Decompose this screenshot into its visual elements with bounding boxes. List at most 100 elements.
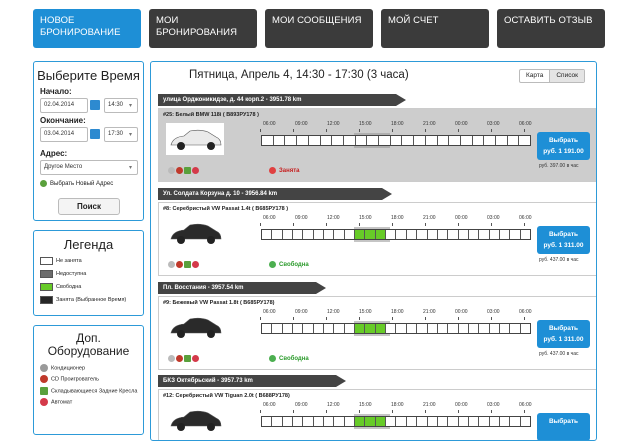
time-slot[interactable] [459, 324, 469, 333]
time-slot[interactable] [386, 417, 397, 426]
time-slot[interactable] [386, 324, 397, 333]
time-slot[interactable] [473, 136, 485, 145]
time-slot[interactable] [417, 230, 428, 239]
time-slot[interactable] [367, 136, 380, 145]
time-slot[interactable] [321, 136, 333, 145]
time-slot[interactable] [469, 417, 480, 426]
new-address-link[interactable]: Выбрать Новый Адрес [40, 180, 143, 187]
time-slot[interactable] [438, 324, 449, 333]
time-slot[interactable] [285, 136, 298, 145]
time-slot[interactable] [375, 324, 387, 333]
time-slot[interactable] [407, 324, 418, 333]
time-slot[interactable] [448, 230, 459, 239]
time-slot[interactable] [355, 324, 366, 333]
time-slot[interactable] [500, 324, 511, 333]
address-select[interactable]: Другое Место ▾ [40, 160, 138, 175]
time-slot[interactable] [461, 136, 473, 145]
time-slot[interactable] [365, 324, 376, 333]
time-slot[interactable] [496, 136, 508, 145]
start-date-input[interactable]: 02.04.2014 [40, 98, 88, 113]
time-slot[interactable] [355, 417, 366, 426]
end-time-select[interactable]: 17:30 ▾ [104, 127, 138, 142]
time-slot[interactable] [274, 136, 286, 145]
end-date-input[interactable]: 03.04.2014 [40, 127, 88, 142]
time-slot[interactable] [508, 136, 520, 145]
nav-leave-feedback[interactable]: ОСТАВИТЬ ОТЗЫВ [497, 9, 605, 48]
time-slot[interactable] [521, 230, 530, 239]
time-slot[interactable] [324, 417, 335, 426]
time-slot[interactable] [479, 417, 490, 426]
time-slot[interactable] [510, 230, 521, 239]
time-slot[interactable] [510, 417, 521, 426]
time-slot[interactable] [345, 324, 356, 333]
time-slot[interactable] [500, 230, 511, 239]
time-slot[interactable] [379, 136, 391, 145]
time-slot[interactable] [283, 417, 294, 426]
time-slot[interactable] [375, 417, 387, 426]
time-slot[interactable] [391, 136, 403, 145]
time-slot[interactable] [428, 417, 438, 426]
time-slot[interactable] [448, 324, 459, 333]
time-slot[interactable] [417, 417, 428, 426]
time-slot[interactable] [262, 230, 273, 239]
time-slot[interactable] [262, 417, 273, 426]
time-slot[interactable] [272, 230, 283, 239]
time-slot[interactable] [334, 417, 345, 426]
time-slot[interactable] [428, 324, 438, 333]
start-time-select[interactable]: 14:30 ▾ [104, 98, 138, 113]
time-slot[interactable] [407, 230, 418, 239]
time-slot[interactable] [521, 324, 530, 333]
time-slot[interactable] [428, 230, 438, 239]
time-slot[interactable] [293, 324, 304, 333]
time-slot[interactable] [314, 230, 325, 239]
time-slot[interactable] [490, 324, 500, 333]
time-slot[interactable] [356, 136, 368, 145]
end-calendar-icon[interactable] [90, 129, 100, 139]
time-slot[interactable] [345, 417, 356, 426]
time-slot[interactable] [324, 324, 335, 333]
book-button[interactable]: Выбрать руб. 1 191.00 [537, 132, 590, 160]
time-slot[interactable] [448, 417, 459, 426]
time-slot[interactable] [479, 324, 490, 333]
time-slot[interactable] [375, 230, 387, 239]
time-slot[interactable] [283, 230, 294, 239]
time-slot[interactable] [272, 417, 283, 426]
time-slot[interactable] [314, 417, 325, 426]
nav-new-booking[interactable]: НОВОЕ БРОНИРОВАНИЕ [33, 9, 141, 48]
time-slot[interactable] [283, 324, 294, 333]
time-slot[interactable] [459, 417, 469, 426]
time-slot[interactable] [272, 324, 283, 333]
time-slot[interactable] [386, 230, 397, 239]
search-button[interactable]: Поиск [58, 198, 120, 215]
time-slot[interactable] [426, 136, 438, 145]
time-slot[interactable] [396, 417, 407, 426]
time-slot[interactable] [479, 230, 490, 239]
time-slot[interactable] [365, 417, 376, 426]
time-slot[interactable] [402, 136, 415, 145]
time-slot[interactable] [297, 136, 309, 145]
time-slot[interactable] [293, 230, 304, 239]
nav-my-messages[interactable]: МОИ СООБЩЕНИЯ [265, 9, 373, 48]
time-slot[interactable] [396, 230, 407, 239]
time-slot[interactable] [344, 136, 356, 145]
map-view-button[interactable]: Карта [520, 70, 549, 82]
time-slot[interactable] [293, 417, 304, 426]
nav-my-bookings[interactable]: МОИ БРОНИРОВАНИЯ [149, 9, 257, 48]
time-slot[interactable] [414, 136, 426, 145]
book-button[interactable]: Выбрать руб. 1 311.00 [537, 226, 590, 254]
book-button[interactable]: Выбрать руб. 1 311.00 [537, 320, 590, 348]
time-slot[interactable] [521, 417, 530, 426]
time-slot[interactable] [324, 230, 335, 239]
time-slot[interactable] [314, 324, 325, 333]
time-slot[interactable] [519, 136, 530, 145]
time-slot[interactable] [459, 230, 469, 239]
time-slot[interactable] [490, 230, 500, 239]
time-slot[interactable] [345, 230, 356, 239]
time-slot[interactable] [469, 230, 480, 239]
list-view-button[interactable]: Список [549, 70, 584, 82]
start-calendar-icon[interactable] [90, 100, 100, 110]
time-slot[interactable] [309, 136, 321, 145]
time-slot[interactable] [469, 324, 480, 333]
nav-my-account[interactable]: МОЙ СЧЕТ [381, 9, 489, 48]
time-slot[interactable] [334, 230, 345, 239]
